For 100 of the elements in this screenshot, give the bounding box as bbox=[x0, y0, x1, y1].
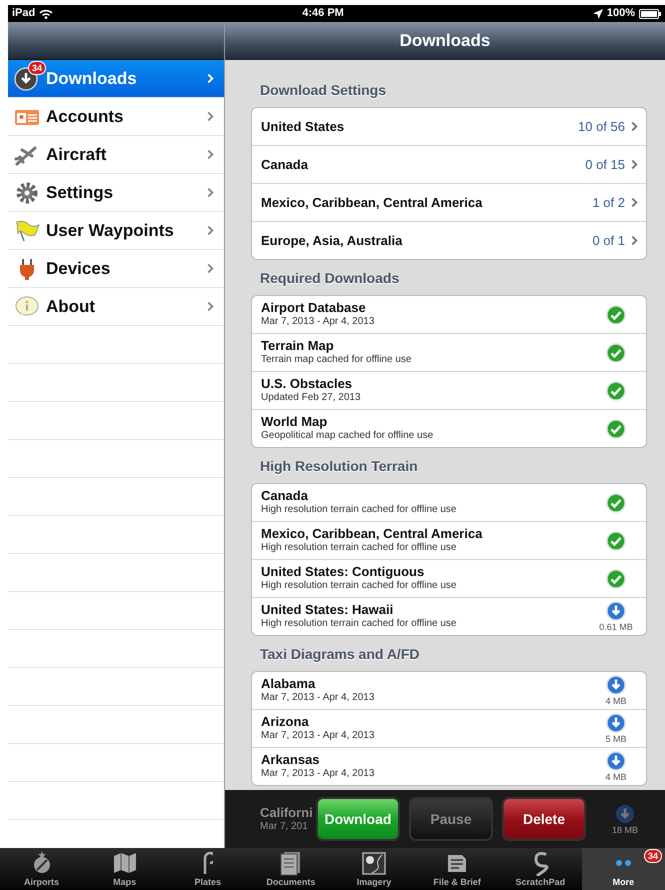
row-detail: Mar 7, 2013 - Apr 4, 2013 bbox=[261, 316, 374, 328]
row-detail: High resolution terrain cached for offline use bbox=[261, 580, 456, 592]
row-detail: High resolution terrain cached for offline use bbox=[261, 542, 458, 554]
list-row[interactable]: Europe, Asia, Australia 0 of 1 bbox=[252, 222, 646, 259]
list-row[interactable]: Terrain Map Terrain map cached for offline use bbox=[252, 334, 646, 372]
sidebar-item[interactable]: Devices bbox=[8, 250, 224, 288]
list-row[interactable]: Arkansas Mar 7, 2013 - Apr 4, 2013 4 MB bbox=[252, 748, 646, 785]
tab-bar-item[interactable]: ScratchPad bbox=[498, 848, 582, 890]
page-title: Downloads bbox=[225, 22, 665, 60]
count-badge: 34 bbox=[644, 849, 662, 863]
clock-time: 4:46 PM bbox=[302, 6, 344, 22]
list-row[interactable]: Mexico, Caribbean, Central America 1 of 2 bbox=[252, 184, 646, 222]
tab-bar-item[interactable]: Plates bbox=[166, 848, 250, 890]
row-detail: Mar 7, 201 bbox=[260, 820, 309, 832]
chevron-icon bbox=[207, 263, 214, 274]
row-label: Arizona bbox=[261, 715, 310, 730]
section-title: Download Settings bbox=[260, 82, 387, 98]
checkmark-icon[interactable] bbox=[606, 304, 626, 324]
file-size: 4 MB bbox=[605, 772, 626, 782]
list-row[interactable]: Alabama Mar 7, 2013 - Apr 4, 2013 4 MB bbox=[252, 672, 646, 710]
tab-bar-item[interactable]: More 34 bbox=[582, 848, 665, 890]
device-name: iPad bbox=[12, 6, 36, 22]
sidebar-item[interactable]: Settings bbox=[8, 174, 224, 212]
sidebar-item-label: User Waypoints bbox=[46, 220, 174, 242]
row-label: Alabama bbox=[261, 677, 316, 692]
row-label: Europe, Asia, Australia bbox=[261, 232, 402, 250]
row-value: 0 of 15 bbox=[585, 156, 625, 174]
chevron-icon bbox=[207, 225, 214, 236]
checkmark-icon[interactable] bbox=[606, 530, 626, 550]
chevron-icon bbox=[631, 121, 638, 132]
file-size: 18 MB bbox=[612, 824, 638, 834]
file-size: 0.61 MB bbox=[599, 622, 633, 632]
tab-bar-item[interactable]: Maps bbox=[83, 848, 166, 890]
list-row[interactable]: United States: Hawaii High resolution terrain cached for offline use 0.61 MB bbox=[252, 598, 646, 635]
download-icon[interactable] bbox=[606, 751, 626, 771]
list-row[interactable]: Canada High resolution terrain cached for offline use bbox=[252, 484, 646, 522]
sidebar-item[interactable]: Aircraft bbox=[8, 136, 224, 174]
row-value: 1 of 2 bbox=[592, 194, 625, 212]
sidebar-item[interactable]: Accounts bbox=[8, 98, 224, 136]
row-label: Canada bbox=[261, 489, 309, 504]
row-detail: Mar 7, 2013 - Apr 4, 2013 bbox=[261, 730, 374, 742]
row-detail: Mar 7, 2013 - Apr 4, 2013 bbox=[261, 692, 374, 704]
list-row[interactable]: United States 10 of 56 bbox=[252, 108, 646, 146]
list-row[interactable]: Mexico, Caribbean, Central America High resolution terrain cached for offline use bbox=[252, 522, 646, 560]
settings-icon bbox=[14, 180, 40, 204]
row-value: 10 of 56 bbox=[578, 118, 625, 136]
tab-bar-item[interactable]: Imagery bbox=[332, 848, 416, 890]
list-row[interactable]: United States: Contiguous High resolution terrain cached for offline use bbox=[252, 560, 646, 598]
chevron-icon bbox=[631, 197, 638, 208]
row-label: Canada bbox=[261, 156, 308, 174]
info-bubble-icon bbox=[14, 294, 40, 318]
satellite-image-icon bbox=[360, 850, 388, 876]
sidebar-item-label: Accounts bbox=[46, 106, 124, 128]
chevron-icon bbox=[207, 149, 214, 160]
list-row[interactable]: World Map Geopolitical map cached for offline use bbox=[252, 410, 646, 447]
flag-icon bbox=[14, 218, 40, 242]
download-icon[interactable] bbox=[606, 713, 626, 733]
battery-icon bbox=[638, 8, 661, 18]
row-label: Mexico, Caribbean, Central America bbox=[261, 194, 482, 212]
sidebar-item[interactable]: Downloads 34 bbox=[8, 60, 224, 98]
tab-bar-item[interactable]: Documents bbox=[249, 848, 332, 890]
list-row[interactable]: U.S. Obstacles Updated Feb 27, 2013 bbox=[252, 372, 646, 410]
download-icon[interactable] bbox=[606, 601, 626, 621]
location-arrow-icon bbox=[592, 8, 603, 18]
battery-percent: 100% bbox=[606, 6, 635, 22]
section-title: High Resolution Terrain bbox=[260, 458, 419, 474]
chevron-icon bbox=[207, 301, 214, 312]
row-detail: Updated Feb 27, 2013 bbox=[261, 392, 361, 404]
row-label: World Map bbox=[261, 415, 328, 430]
chevron-icon bbox=[207, 187, 214, 198]
chevron-icon bbox=[631, 235, 638, 246]
row-label: United States: Hawaii bbox=[261, 603, 394, 618]
list-row[interactable]: Airport Database Mar 7, 2013 - Apr 4, 2013 bbox=[252, 296, 646, 334]
list-row[interactable]: Canada 0 of 15 bbox=[252, 146, 646, 184]
count-badge: 34 bbox=[28, 61, 46, 75]
checkmark-icon[interactable] bbox=[606, 492, 626, 512]
row-label: Airport Database bbox=[261, 301, 367, 316]
toolbar-button[interactable]: Delete bbox=[502, 797, 586, 841]
row-detail: Terrain map cached for offline use bbox=[261, 354, 412, 366]
row-label: Mexico, Caribbean, Central America bbox=[261, 527, 482, 542]
download-icon[interactable] bbox=[606, 675, 626, 695]
checkmark-icon[interactable] bbox=[606, 342, 626, 362]
tab-bar-item[interactable]: File & Brief bbox=[416, 848, 499, 890]
row-detail: High resolution terrain cached for offline use bbox=[261, 504, 456, 516]
section-title: Required Downloads bbox=[260, 270, 400, 286]
checkmark-icon[interactable] bbox=[606, 418, 626, 438]
chevron-icon bbox=[207, 73, 214, 84]
row-label: Terrain Map bbox=[261, 339, 335, 354]
list-row[interactable]: Arizona Mar 7, 2013 - Apr 4, 2013 5 MB bbox=[252, 710, 646, 748]
sidebar-item[interactable]: User Waypoints bbox=[8, 212, 224, 250]
more-dots-icon bbox=[616, 860, 631, 866]
sidebar-item-label: About bbox=[46, 296, 96, 318]
tab-bar-item[interactable]: Airports bbox=[0, 848, 84, 890]
row-detail: Mar 7, 2013 - Apr 4, 2013 bbox=[261, 768, 374, 780]
row-label: Californi bbox=[260, 806, 314, 821]
download-icon[interactable] bbox=[615, 804, 635, 824]
checkmark-icon[interactable] bbox=[606, 568, 626, 588]
chevron-icon bbox=[207, 111, 214, 122]
checkmark-icon[interactable] bbox=[606, 380, 626, 400]
file-size: 4 MB bbox=[605, 696, 626, 706]
